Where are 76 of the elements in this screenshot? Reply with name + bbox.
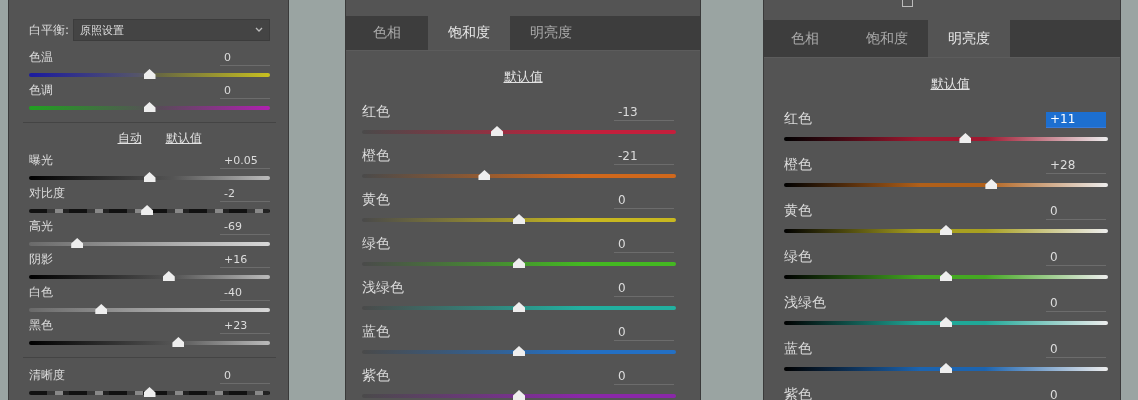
slider-label: 色温 [29, 49, 53, 66]
slider-thumb[interactable] [985, 179, 998, 189]
slider-thumb[interactable] [143, 387, 156, 397]
tab[interactable]: 饱和度 [428, 16, 510, 50]
value-field[interactable]: 0 [1046, 250, 1106, 266]
default-link[interactable]: 默认值 [503, 68, 543, 86]
value-field[interactable]: +0.05 [220, 154, 270, 169]
slider-label: 黑色 [29, 317, 53, 334]
value-field[interactable]: -69 [220, 220, 270, 235]
balance-mode-label: 白平衡: [29, 21, 70, 39]
slider-thumb[interactable] [162, 271, 175, 281]
slider-label: 橙色 [362, 147, 390, 165]
slider-label: 橙色 [784, 156, 812, 174]
slider-thumb[interactable] [513, 302, 525, 312]
value-field[interactable]: -21 [614, 149, 674, 165]
slider-thumb[interactable] [491, 126, 503, 136]
slider-label: 色调 [29, 82, 53, 99]
value-field[interactable]: 0 [1046, 204, 1106, 220]
value-field[interactable]: -40 [220, 286, 270, 301]
value-field[interactable]: 0 [1046, 388, 1106, 400]
slider-thumb[interactable] [143, 69, 156, 79]
value-field[interactable]: +11 [1046, 112, 1106, 128]
slider-label: 红色 [784, 110, 812, 128]
value-field[interactable]: +16 [220, 253, 270, 268]
slider-thumb[interactable] [940, 317, 952, 327]
slider-label: 高光 [29, 218, 53, 235]
value-field[interactable]: +28 [1046, 158, 1106, 174]
slider-label: 白色 [29, 284, 53, 301]
slider-label: 黄色 [784, 202, 812, 220]
slider-label: 浅绿色 [784, 294, 826, 312]
link[interactable]: 自动 [117, 129, 142, 147]
slider-label: 黄色 [362, 191, 390, 209]
slider-thumb[interactable] [143, 172, 156, 182]
slider-thumb[interactable] [141, 205, 154, 215]
slider-thumb[interactable] [940, 271, 952, 281]
value-field[interactable]: 0 [614, 281, 674, 297]
caret-icon [255, 27, 263, 33]
value-field[interactable]: 0 [1046, 342, 1106, 358]
value-field[interactable]: 0 [614, 325, 674, 341]
slider-label: 阴影 [29, 251, 53, 268]
value-field[interactable]: 0 [220, 51, 270, 66]
value-field[interactable]: +23 [220, 319, 270, 334]
slider-thumb[interactable] [513, 390, 525, 400]
slider-thumb[interactable] [513, 346, 525, 356]
balance-mode-dropdown[interactable]: 原照设置 [73, 19, 270, 41]
slider-label: 浅绿色 [362, 279, 404, 297]
default-link[interactable]: 默认值 [930, 75, 970, 93]
slider-thumb[interactable] [143, 102, 156, 112]
value-field[interactable]: 0 [220, 369, 270, 384]
slider-label: 绿色 [362, 235, 390, 253]
slider-thumb[interactable] [478, 170, 491, 180]
slider-thumb[interactable] [940, 225, 952, 235]
slider-thumb[interactable] [513, 214, 525, 224]
slider-label: 红色 [362, 103, 390, 121]
value-field[interactable]: -2 [220, 187, 270, 202]
slider-label: 曝光 [29, 152, 53, 169]
value-field[interactable]: -13 [614, 105, 674, 121]
value-field[interactable]: 0 [614, 237, 674, 253]
link[interactable]: 默认值 [165, 129, 202, 147]
value-field[interactable]: 0 [1046, 296, 1106, 312]
slider-thumb[interactable] [959, 133, 972, 143]
slider-thumb[interactable] [513, 258, 525, 268]
tab[interactable]: 明亮度 [928, 20, 1010, 57]
slider-thumb[interactable] [172, 337, 185, 347]
value-field[interactable]: 0 [220, 84, 270, 99]
value-field[interactable]: 0 [614, 193, 674, 209]
slider-thumb[interactable] [940, 363, 952, 373]
slider-label: 清晰度 [29, 367, 65, 384]
slider-thumb[interactable] [95, 304, 108, 314]
slider-label: 绿色 [784, 248, 812, 266]
slider-label: 蓝色 [362, 323, 390, 341]
value-field[interactable]: 0 [614, 369, 674, 385]
slider-thumb[interactable] [71, 238, 84, 248]
slider-label: 紫色 [362, 367, 390, 385]
slider-label: 蓝色 [784, 340, 812, 358]
slider-label: 对比度 [29, 185, 65, 202]
